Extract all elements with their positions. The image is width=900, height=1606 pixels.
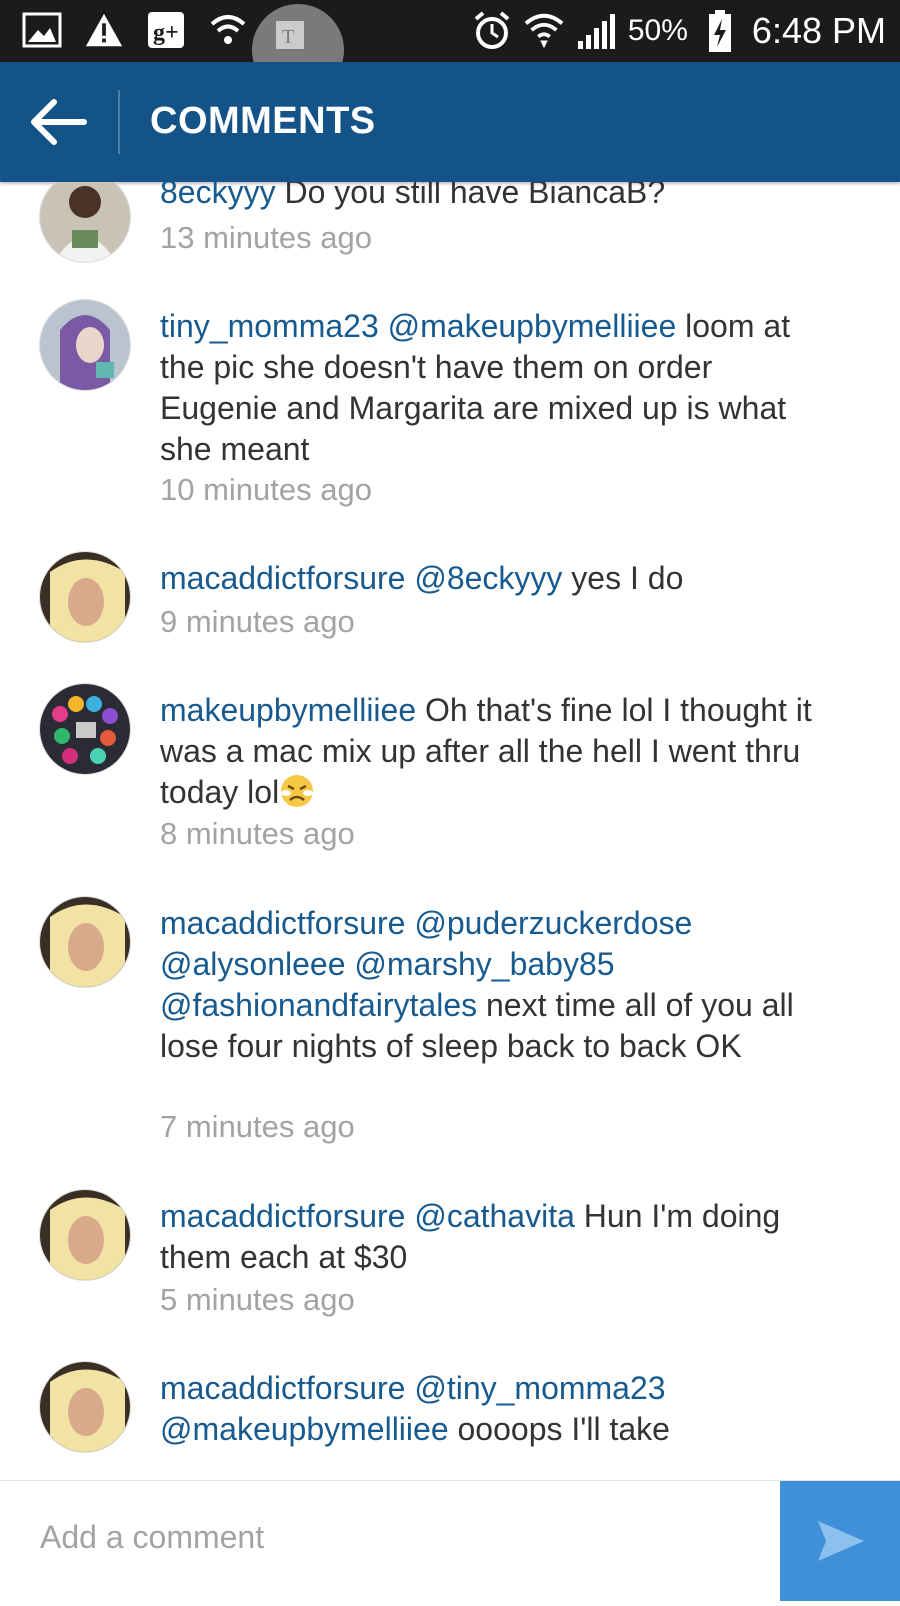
- wifi-icon: [208, 10, 248, 50]
- battery-percent: 50%: [627, 14, 688, 47]
- comments-header: COMMENTS: [0, 62, 900, 182]
- comment-time: 8 minutes ago: [160, 816, 355, 851]
- clock: 6:48 PM: [751, 10, 886, 51]
- comment-body: Do you still have BiancaB?: [275, 182, 666, 210]
- comment-username[interactable]: tiny_momma23: [160, 308, 379, 344]
- comment-username[interactable]: 8eckyyy: [160, 182, 276, 210]
- comment-text: tiny_momma23 @makeupbymelliiee loom at t…: [160, 306, 830, 470]
- cell-signal-icon: [576, 11, 616, 51]
- comment-time: 10 minutes ago: [160, 472, 372, 507]
- comment-username[interactable]: macaddictforsure: [160, 560, 405, 596]
- comment-username[interactable]: macaddictforsure: [160, 905, 405, 941]
- comment-text: macaddictforsure @tiny_momma23 @makeupby…: [160, 1368, 830, 1450]
- mention-link[interactable]: @alysonleee: [160, 946, 345, 982]
- comment-text: macaddictforsure @8eckyyy yes I do: [160, 558, 830, 599]
- mention-link[interactable]: @cathavita: [414, 1198, 575, 1234]
- back-button[interactable]: [28, 92, 90, 152]
- mention-link[interactable]: @makeupbymelliiee: [388, 308, 677, 344]
- avatar[interactable]: [40, 1362, 130, 1452]
- comment-time: 9 minutes ago: [160, 604, 355, 639]
- page-title: COMMENTS: [150, 100, 376, 142]
- mention-link[interactable]: @puderzuckerdose: [414, 905, 692, 941]
- wifi-signal-icon: [524, 11, 564, 51]
- mention-link[interactable]: @fashionandfairytales: [160, 987, 477, 1023]
- comment-list[interactable]: 8eckyyy Do you still have BiancaB? 13 mi…: [0, 182, 900, 1480]
- avatar[interactable]: [40, 552, 130, 642]
- status-icons-right: 50% 6:48 PM: [472, 6, 886, 56]
- google-plus-icon: g+: [146, 10, 186, 50]
- mention-link[interactable]: @marshy_baby85: [354, 946, 614, 982]
- header-divider: [118, 90, 120, 154]
- gallery-icon: [22, 10, 62, 50]
- comment-username[interactable]: macaddictforsure: [160, 1198, 405, 1234]
- mention-link[interactable]: @8eckyyy: [414, 560, 562, 596]
- mention-link[interactable]: @tiny_momma23: [414, 1370, 665, 1406]
- avatar[interactable]: [40, 300, 130, 390]
- back-arrow-icon: [31, 99, 87, 145]
- alarm-icon: [472, 11, 512, 51]
- warning-icon: [84, 10, 124, 50]
- status-bar: g+ T 50% 6:48 PM: [0, 0, 900, 62]
- avatar[interactable]: [40, 897, 130, 987]
- comment-time: 7 minutes ago: [160, 1109, 355, 1144]
- comment-username[interactable]: makeupbymelliiee: [160, 692, 416, 728]
- avatar[interactable]: [40, 182, 130, 262]
- comment-text: macaddictforsure @cathavita Hun I'm doin…: [160, 1196, 830, 1278]
- avatar[interactable]: [40, 1190, 130, 1280]
- svg-text:g+: g+: [153, 20, 179, 46]
- comment-time: 5 minutes ago: [160, 1282, 355, 1317]
- comment-input[interactable]: Add a comment: [40, 1519, 264, 1556]
- persevering-face-emoji: [279, 773, 315, 819]
- comment-body: oooops I'll take: [448, 1411, 670, 1447]
- mention-link[interactable]: @makeupbymelliiee: [160, 1411, 449, 1447]
- comment-text: makeupbymelliiee Oh that's fine lol I th…: [160, 690, 830, 819]
- comment-username[interactable]: macaddictforsure: [160, 1370, 405, 1406]
- comment-body: yes I do: [562, 560, 684, 596]
- comment-text: macaddictforsure @puderzuckerdose @alyso…: [160, 903, 830, 1067]
- comment-composer: Add a comment: [0, 1480, 900, 1601]
- comment-text: 8eckyyy Do you still have BiancaB?: [160, 182, 830, 213]
- battery-charging-icon: [700, 10, 740, 52]
- comment-time: 13 minutes ago: [160, 220, 372, 255]
- avatar[interactable]: [40, 684, 130, 774]
- send-arrow-icon: [818, 1521, 864, 1561]
- send-button[interactable]: [780, 1481, 900, 1601]
